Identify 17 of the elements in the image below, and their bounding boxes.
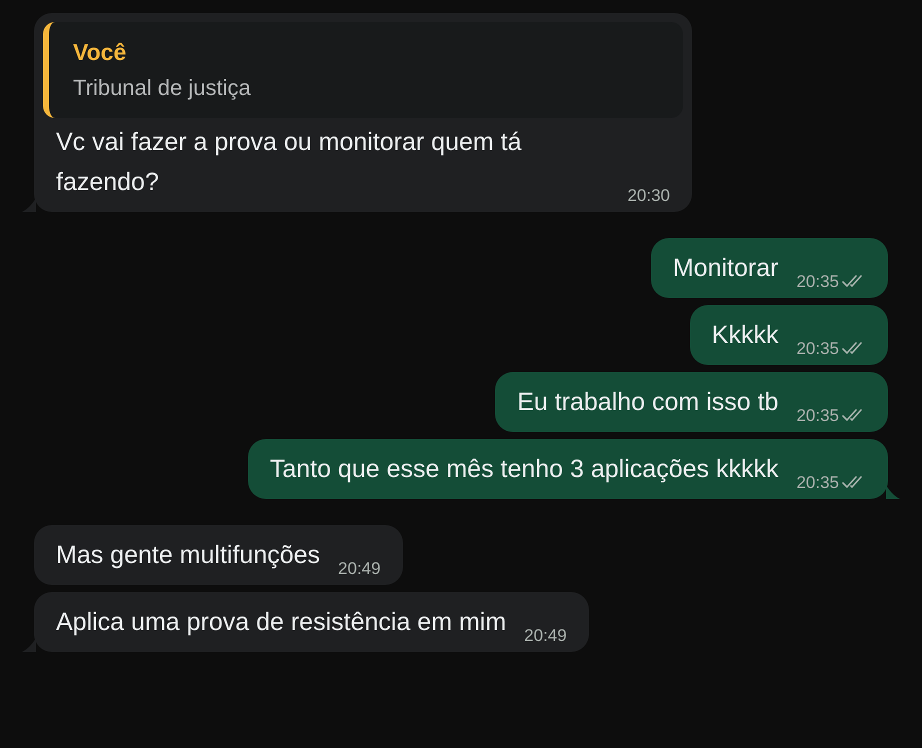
message-text: Monitorar bbox=[672, 253, 778, 284]
quoted-message[interactable]: Você Tribunal de justiça bbox=[43, 22, 683, 118]
quote-author: Você bbox=[73, 38, 128, 67]
message-time: 20:49 bbox=[524, 624, 567, 646]
quote-text: Tribunal de justiça bbox=[73, 74, 252, 102]
message-time: 20:30 bbox=[627, 184, 670, 206]
message-text: Mas gente multifunções bbox=[56, 540, 320, 571]
message-time: 20:35 bbox=[796, 472, 839, 494]
message-time: 20:49 bbox=[338, 558, 381, 580]
message-text: Aplica uma prova de resistência em mim bbox=[56, 607, 506, 638]
message-time: 20:35 bbox=[796, 338, 839, 360]
message-time: 20:35 bbox=[796, 270, 839, 292]
message-text: Tanto que esse mês tenho 3 aplicações kkkkk bbox=[270, 454, 778, 485]
message-text: Vc vai fazer a prova ou monitorar quem tá fazendo? bbox=[56, 127, 523, 198]
message-text: Kkkkk bbox=[712, 320, 778, 351]
message-text: Eu trabalho com isso tb bbox=[517, 387, 778, 418]
message-time: 20:35 bbox=[796, 404, 839, 426]
